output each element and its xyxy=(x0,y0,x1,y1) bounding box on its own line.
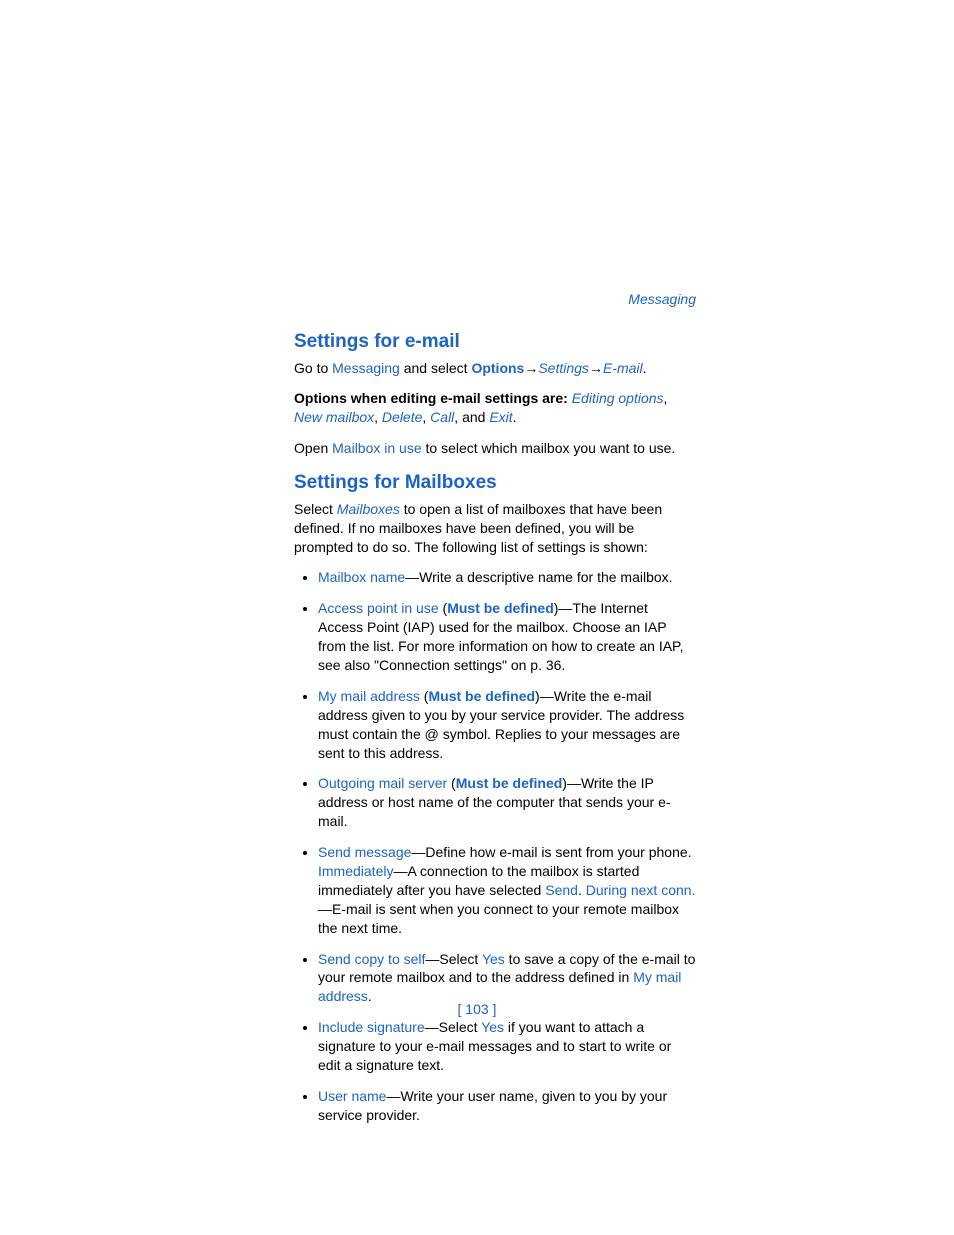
document-page: Messaging Settings for e-mail Go to Mess… xyxy=(0,0,954,1125)
link-email: E-mail xyxy=(603,360,643,376)
term-user-name: User name xyxy=(318,1088,386,1104)
link-mailbox-in-use: Mailbox in use xyxy=(332,440,422,456)
arrow-icon: → xyxy=(589,359,603,378)
term-yes: Yes xyxy=(482,951,505,967)
list-item: Access point in use (Must be defined)—Th… xyxy=(318,599,696,675)
list-item: Send message—Define how e-mail is sent f… xyxy=(318,843,696,937)
label-must-be-defined: Must be defined xyxy=(428,688,535,704)
list-item: My mail address (Must be defined)—Write … xyxy=(318,687,696,763)
heading-settings-mailboxes: Settings for Mailboxes xyxy=(294,470,696,496)
label-must-be-defined: Must be defined xyxy=(447,600,554,616)
term-my-mail-address: My mail address xyxy=(318,688,420,704)
paragraph-options: Options when editing e-mail settings are… xyxy=(294,389,696,427)
term-yes: Yes xyxy=(481,1019,504,1035)
paragraph-intro-email: Go to Messaging and select Options→ Sett… xyxy=(294,359,696,378)
term-during-next-conn: During next conn. xyxy=(586,882,696,898)
link-messaging: Messaging xyxy=(332,360,400,376)
heading-settings-email: Settings for e-mail xyxy=(294,329,696,355)
term-immediately: Immediately xyxy=(318,863,393,879)
link-delete: Delete xyxy=(382,409,422,425)
list-item: Include signature—Select Yes if you want… xyxy=(318,1018,696,1075)
link-options: Options xyxy=(471,360,524,376)
term-outgoing-server: Outgoing mail server xyxy=(318,775,447,791)
settings-list: Mailbox name—Write a descriptive name fo… xyxy=(294,568,696,1124)
term-mailbox-name: Mailbox name xyxy=(318,569,405,585)
arrow-icon: → xyxy=(524,359,538,378)
link-settings: Settings xyxy=(538,360,589,376)
term-send: Send xyxy=(545,882,578,898)
link-editing-options: Editing options xyxy=(572,390,664,406)
page-number: [ 103 ] xyxy=(0,1001,954,1017)
link-exit: Exit xyxy=(489,409,512,425)
term-send-message: Send message xyxy=(318,844,411,860)
link-new-mailbox: New mailbox xyxy=(294,409,374,425)
list-item: Outgoing mail server (Must be defined)—W… xyxy=(318,774,696,831)
label-must-be-defined: Must be defined xyxy=(456,775,563,791)
term-access-point: Access point in use xyxy=(318,600,439,616)
term-send-copy: Send copy to self xyxy=(318,951,425,967)
link-mailboxes: Mailboxes xyxy=(337,501,400,517)
header-section-label: Messaging xyxy=(294,290,696,309)
paragraph-open-mailbox: Open Mailbox in use to select which mail… xyxy=(294,439,696,458)
paragraph-intro-mailboxes: Select Mailboxes to open a list of mailb… xyxy=(294,500,696,557)
list-item: User name—Write your user name, given to… xyxy=(318,1087,696,1125)
list-item: Send copy to self—Select Yes to save a c… xyxy=(318,950,696,1007)
list-item: Mailbox name—Write a descriptive name fo… xyxy=(318,568,696,587)
term-include-signature: Include signature xyxy=(318,1019,425,1035)
link-call: Call xyxy=(430,409,454,425)
